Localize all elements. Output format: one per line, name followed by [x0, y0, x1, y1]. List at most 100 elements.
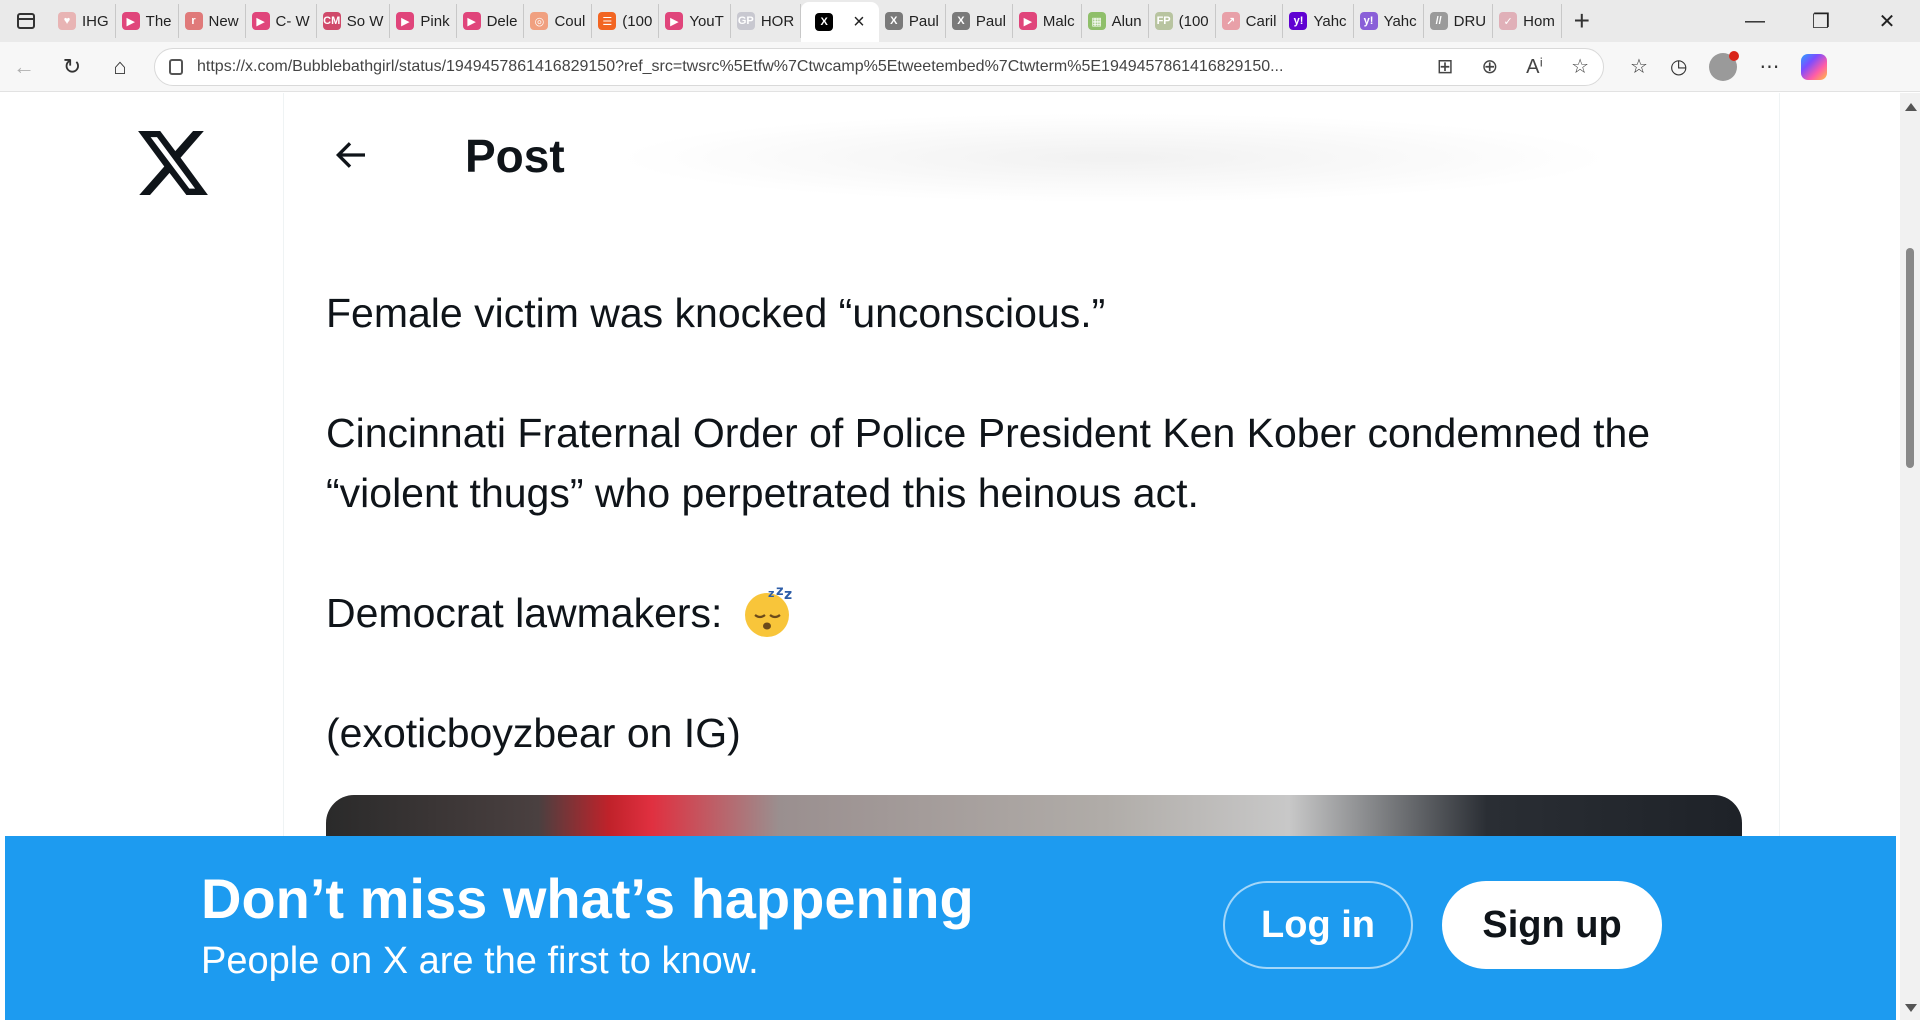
browser-tab[interactable]: CM So W: [317, 4, 391, 38]
scroll-up-arrow-icon[interactable]: [1905, 103, 1917, 111]
browser-tab-label: Dele: [486, 12, 518, 30]
x-icon: X: [884, 12, 903, 30]
browser-tab-label: Yahc: [1383, 12, 1417, 30]
browser-tab-label: C- W: [275, 12, 310, 30]
youtube-icon: ▶: [462, 12, 481, 30]
signup-banner: Don’t miss what’s happening People on X …: [5, 836, 1896, 1020]
browser-tab[interactable]: X Paul: [946, 4, 1013, 38]
youtube-icon: ▶: [665, 12, 684, 30]
window-controls: — ❐ ✕: [1722, 0, 1920, 42]
browser-tab[interactable]: ▶ C- W: [246, 4, 317, 38]
scroll-down-arrow-icon[interactable]: [1905, 1004, 1917, 1012]
favorite-star-icon[interactable]: ☆: [1571, 54, 1589, 79]
more-options-icon[interactable]: ⋯: [1759, 54, 1779, 79]
browser-tab[interactable]: FP (100: [1149, 4, 1216, 38]
refresh-button[interactable]: ↻: [48, 43, 96, 91]
browser-tab-label: HOR: [760, 12, 795, 30]
browser-tab[interactable]: ▶ The: [116, 4, 179, 38]
back-arrow-icon[interactable]: [330, 135, 370, 175]
history-icon[interactable]: ◷: [1670, 54, 1687, 79]
youtube-icon: ▶: [121, 12, 140, 30]
browser-tab[interactable]: X Paul: [879, 4, 946, 38]
svg-text:z: z: [776, 585, 784, 599]
log-in-button[interactable]: Log in: [1223, 881, 1413, 969]
map-icon: ▦: [1087, 12, 1106, 30]
svg-text:z: z: [768, 587, 774, 600]
youtube-icon: ▶: [251, 12, 270, 30]
home-button[interactable]: ⌂: [96, 43, 144, 91]
browser-tab-label: (100: [622, 12, 653, 30]
browser-navigation-bar: ← ↻ ⌂ https://x.com/Bubblebathgirl/statu…: [0, 42, 1920, 92]
browser-tab[interactable]: ▶ Pink: [390, 4, 457, 38]
address-bar[interactable]: https://x.com/Bubblebathgirl/status/1949…: [154, 47, 1604, 86]
r-icon: r: [184, 12, 203, 30]
browser-tab[interactable]: // DRU: [1424, 4, 1494, 38]
page-scrollbar[interactable]: [1900, 93, 1920, 1020]
tweet-line: “violent thugs” who perpetrated this hei…: [326, 470, 1199, 516]
page-title: Post: [465, 130, 565, 182]
active-browser-tab[interactable]: X ×: [801, 2, 879, 42]
cm-icon: CM: [322, 12, 341, 30]
browser-tab[interactable]: ☰ (100: [592, 4, 660, 38]
tab-list: ♥ IHG ▶ The r New ▶ C- W CM So W ▶ Pink ▶ Dele ◎ Coul ☰ (…: [52, 0, 1562, 42]
browser-tab-label: The: [145, 12, 172, 30]
restore-button[interactable]: ❐: [1788, 0, 1854, 42]
bookmark-icon: ☰: [598, 12, 617, 30]
dr-icon: //: [1429, 12, 1448, 30]
browser-tab-label: Alun: [1111, 12, 1142, 30]
browser-tab[interactable]: y! Yahc: [1283, 4, 1354, 38]
browser-tab-label: YouT: [689, 12, 724, 30]
x-icon: X: [951, 12, 970, 30]
browser-tab-strip: ♥ IHG ▶ The r New ▶ C- W CM So W ▶ Pink ▶ Dele ◎ Coul ☰ (…: [0, 0, 1920, 42]
favorites-icon[interactable]: ☆: [1630, 54, 1648, 79]
browser-tab-label: (100: [1178, 12, 1209, 30]
sign-up-button[interactable]: Sign up: [1442, 881, 1662, 969]
url-text[interactable]: https://x.com/Bubblebathgirl/status/1949…: [197, 58, 1423, 76]
browser-tab[interactable]: ▶ YouT: [659, 4, 731, 38]
profile-avatar[interactable]: [1709, 50, 1740, 81]
yahoo-icon: y!: [1359, 12, 1378, 30]
x-logo-icon[interactable]: [138, 131, 208, 195]
browser-tab[interactable]: ↗ Caril: [1216, 4, 1284, 38]
svg-text:z: z: [784, 587, 792, 603]
site-info-icon[interactable]: [169, 58, 183, 75]
back-button[interactable]: ←: [0, 43, 48, 91]
read-aloud-icon[interactable]: Aⁱ: [1526, 54, 1543, 79]
app-available-icon[interactable]: ⊞: [1437, 54, 1454, 79]
close-window-button[interactable]: ✕: [1854, 0, 1920, 42]
browser-tab-label: Hom: [1523, 12, 1555, 30]
header-blur-backdrop: [614, 113, 1614, 203]
browser-tab-label: So W: [346, 12, 384, 30]
banner-subtitle: People on X are the first to know.: [201, 940, 759, 982]
close-tab-icon[interactable]: ×: [853, 11, 865, 34]
browser-tab[interactable]: r New: [179, 4, 246, 38]
browser-tab-label: Pink: [420, 12, 450, 30]
tweet-line: Female victim was knocked “unconscious.”: [326, 290, 1106, 336]
browser-tab[interactable]: ✓ Hom: [1493, 4, 1562, 38]
copilot-icon[interactable]: [1801, 53, 1828, 80]
browser-tab[interactable]: ▶ Malc: [1013, 4, 1082, 38]
banner-title: Don’t miss what’s happening: [201, 867, 974, 930]
zoom-icon[interactable]: ⊕: [1481, 54, 1498, 79]
youtube-icon: ▶: [1018, 12, 1037, 30]
scroll-thumb[interactable]: [1906, 248, 1914, 468]
tweet-text: Female victim was knocked “unconscious.”…: [326, 283, 1746, 763]
gp-icon: GP: [736, 12, 755, 30]
new-tab-button[interactable]: +: [1562, 0, 1602, 42]
minimize-button[interactable]: —: [1722, 0, 1788, 42]
browser-tab[interactable]: ◎ Coul: [524, 4, 593, 38]
tweet-line: (exoticboyzbear on IG): [326, 710, 741, 757]
tweet-line: Cincinnati Fraternal Order of Police Pre…: [326, 410, 1651, 456]
browser-tab-label: DRU: [1453, 12, 1487, 30]
ihg-icon: ♥: [58, 12, 76, 30]
browser-tab[interactable]: GP HOR: [731, 4, 802, 38]
browser-tab[interactable]: y! Yahc: [1354, 4, 1424, 38]
browser-tab[interactable]: ▦ Alun: [1082, 4, 1149, 38]
browser-tab[interactable]: ▶ Dele: [457, 4, 525, 38]
tab-actions-menu-button[interactable]: [0, 0, 52, 42]
browser-tab-label: New: [208, 12, 239, 30]
tweet-line-text: Democrat lawmakers:: [326, 590, 723, 636]
tweet-line: Democrat lawmakers: z z z: [326, 583, 1746, 643]
post-header: Post: [284, 93, 1779, 223]
browser-tab[interactable]: ♥ IHG: [52, 4, 116, 38]
